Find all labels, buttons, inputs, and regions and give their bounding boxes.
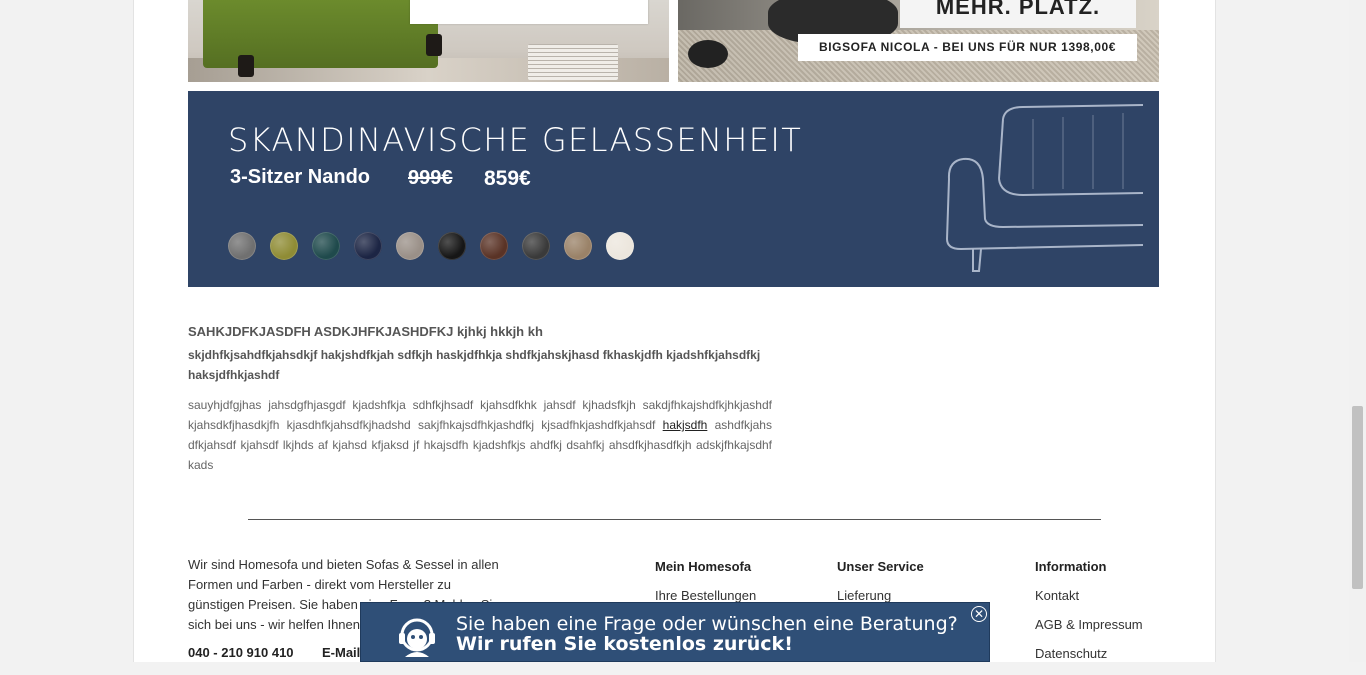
footer-divider [248,519,1101,520]
scrollbar[interactable] [1349,0,1366,662]
scandi-promo-banner[interactable]: SKANDINAVISCHE GELASSENHEIT 3-Sitzer Nan… [188,91,1159,287]
banner-caption-box [410,0,648,24]
color-swatch-6[interactable] [438,232,466,260]
seo-subheading: skjdhfkjsahdfkjahsdkjf hakjshdfkjah sdfk… [188,348,761,382]
product-name: 3-Sitzer Nando [230,166,371,188]
sofa-leg [426,34,442,56]
old-price: 999€ [408,167,453,189]
color-swatch-8[interactable] [522,232,550,260]
seo-heading: SAHKJDFKJASDFH ASDKJHFKJASHDFKJ kjhkj hk… [188,324,543,339]
footer-email[interactable]: E-Mail [322,645,360,660]
footer-link-agb[interactable]: AGB & Impressum [1035,617,1143,646]
popup-question-text: Sie haben eine Frage oder wünschen eine … [456,613,958,635]
footer-link-kontakt[interactable]: Kontakt [1035,588,1143,617]
color-swatch-7[interactable] [480,232,508,260]
close-icon[interactable]: ✕ [971,606,987,622]
seo-paragraph: sauyhjdfgjhas jahsdgfhjasgdf kjadshfkja … [188,395,772,475]
scrollbar-thumb[interactable] [1352,406,1363,589]
footer-column-title: Information [1035,559,1107,574]
color-swatch-4[interactable] [354,232,382,260]
color-swatch-5[interactable] [396,232,424,260]
promo-banner-left[interactable] [188,0,669,82]
sofa-leg [238,55,254,77]
sofa-outline-icon [945,104,1144,272]
footer-column-title: Mein Homesofa [655,559,752,574]
footer-link-datenschutz[interactable]: Datenschutz [1035,646,1143,675]
books-image [528,44,618,80]
footer-phone[interactable]: 040 - 210 910 410 [188,645,294,660]
support-agent-icon [399,618,435,657]
banner-subtitle: BIGSOFA NICOLA - BEI UNS FÜR NUR 1398,00… [798,34,1137,61]
inline-link[interactable]: hakjsdfh [663,418,708,432]
new-price: 859€ [484,167,531,190]
color-swatch-2[interactable] [270,232,298,260]
banner-title: MEHR. PLATZ. [900,0,1136,28]
popup-callback-text: Wir rufen Sie kostenlos zurück! [456,633,793,655]
color-swatch-1[interactable] [228,232,256,260]
color-swatch-10[interactable] [606,232,634,260]
color-swatch-3[interactable] [312,232,340,260]
footer-column-title: Unser Service [837,559,924,574]
scandi-title: SKANDINAVISCHE GELASSENHEIT [228,121,803,159]
color-swatches [228,232,634,260]
lamp-image [688,40,728,68]
seo-text-block: SAHKJDFKJASDFH ASDKJHFKJASHDFKJ kjhkj hk… [188,323,772,475]
color-swatch-9[interactable] [564,232,592,260]
footer-column-information: Information Kontakt AGB & Impressum Date… [1035,559,1143,675]
callback-popup[interactable]: Sie haben eine Frage oder wünschen eine … [360,602,990,662]
promo-banner-right[interactable]: MEHR. PLATZ. BIGSOFA NICOLA - BEI UNS FÜ… [678,0,1159,82]
